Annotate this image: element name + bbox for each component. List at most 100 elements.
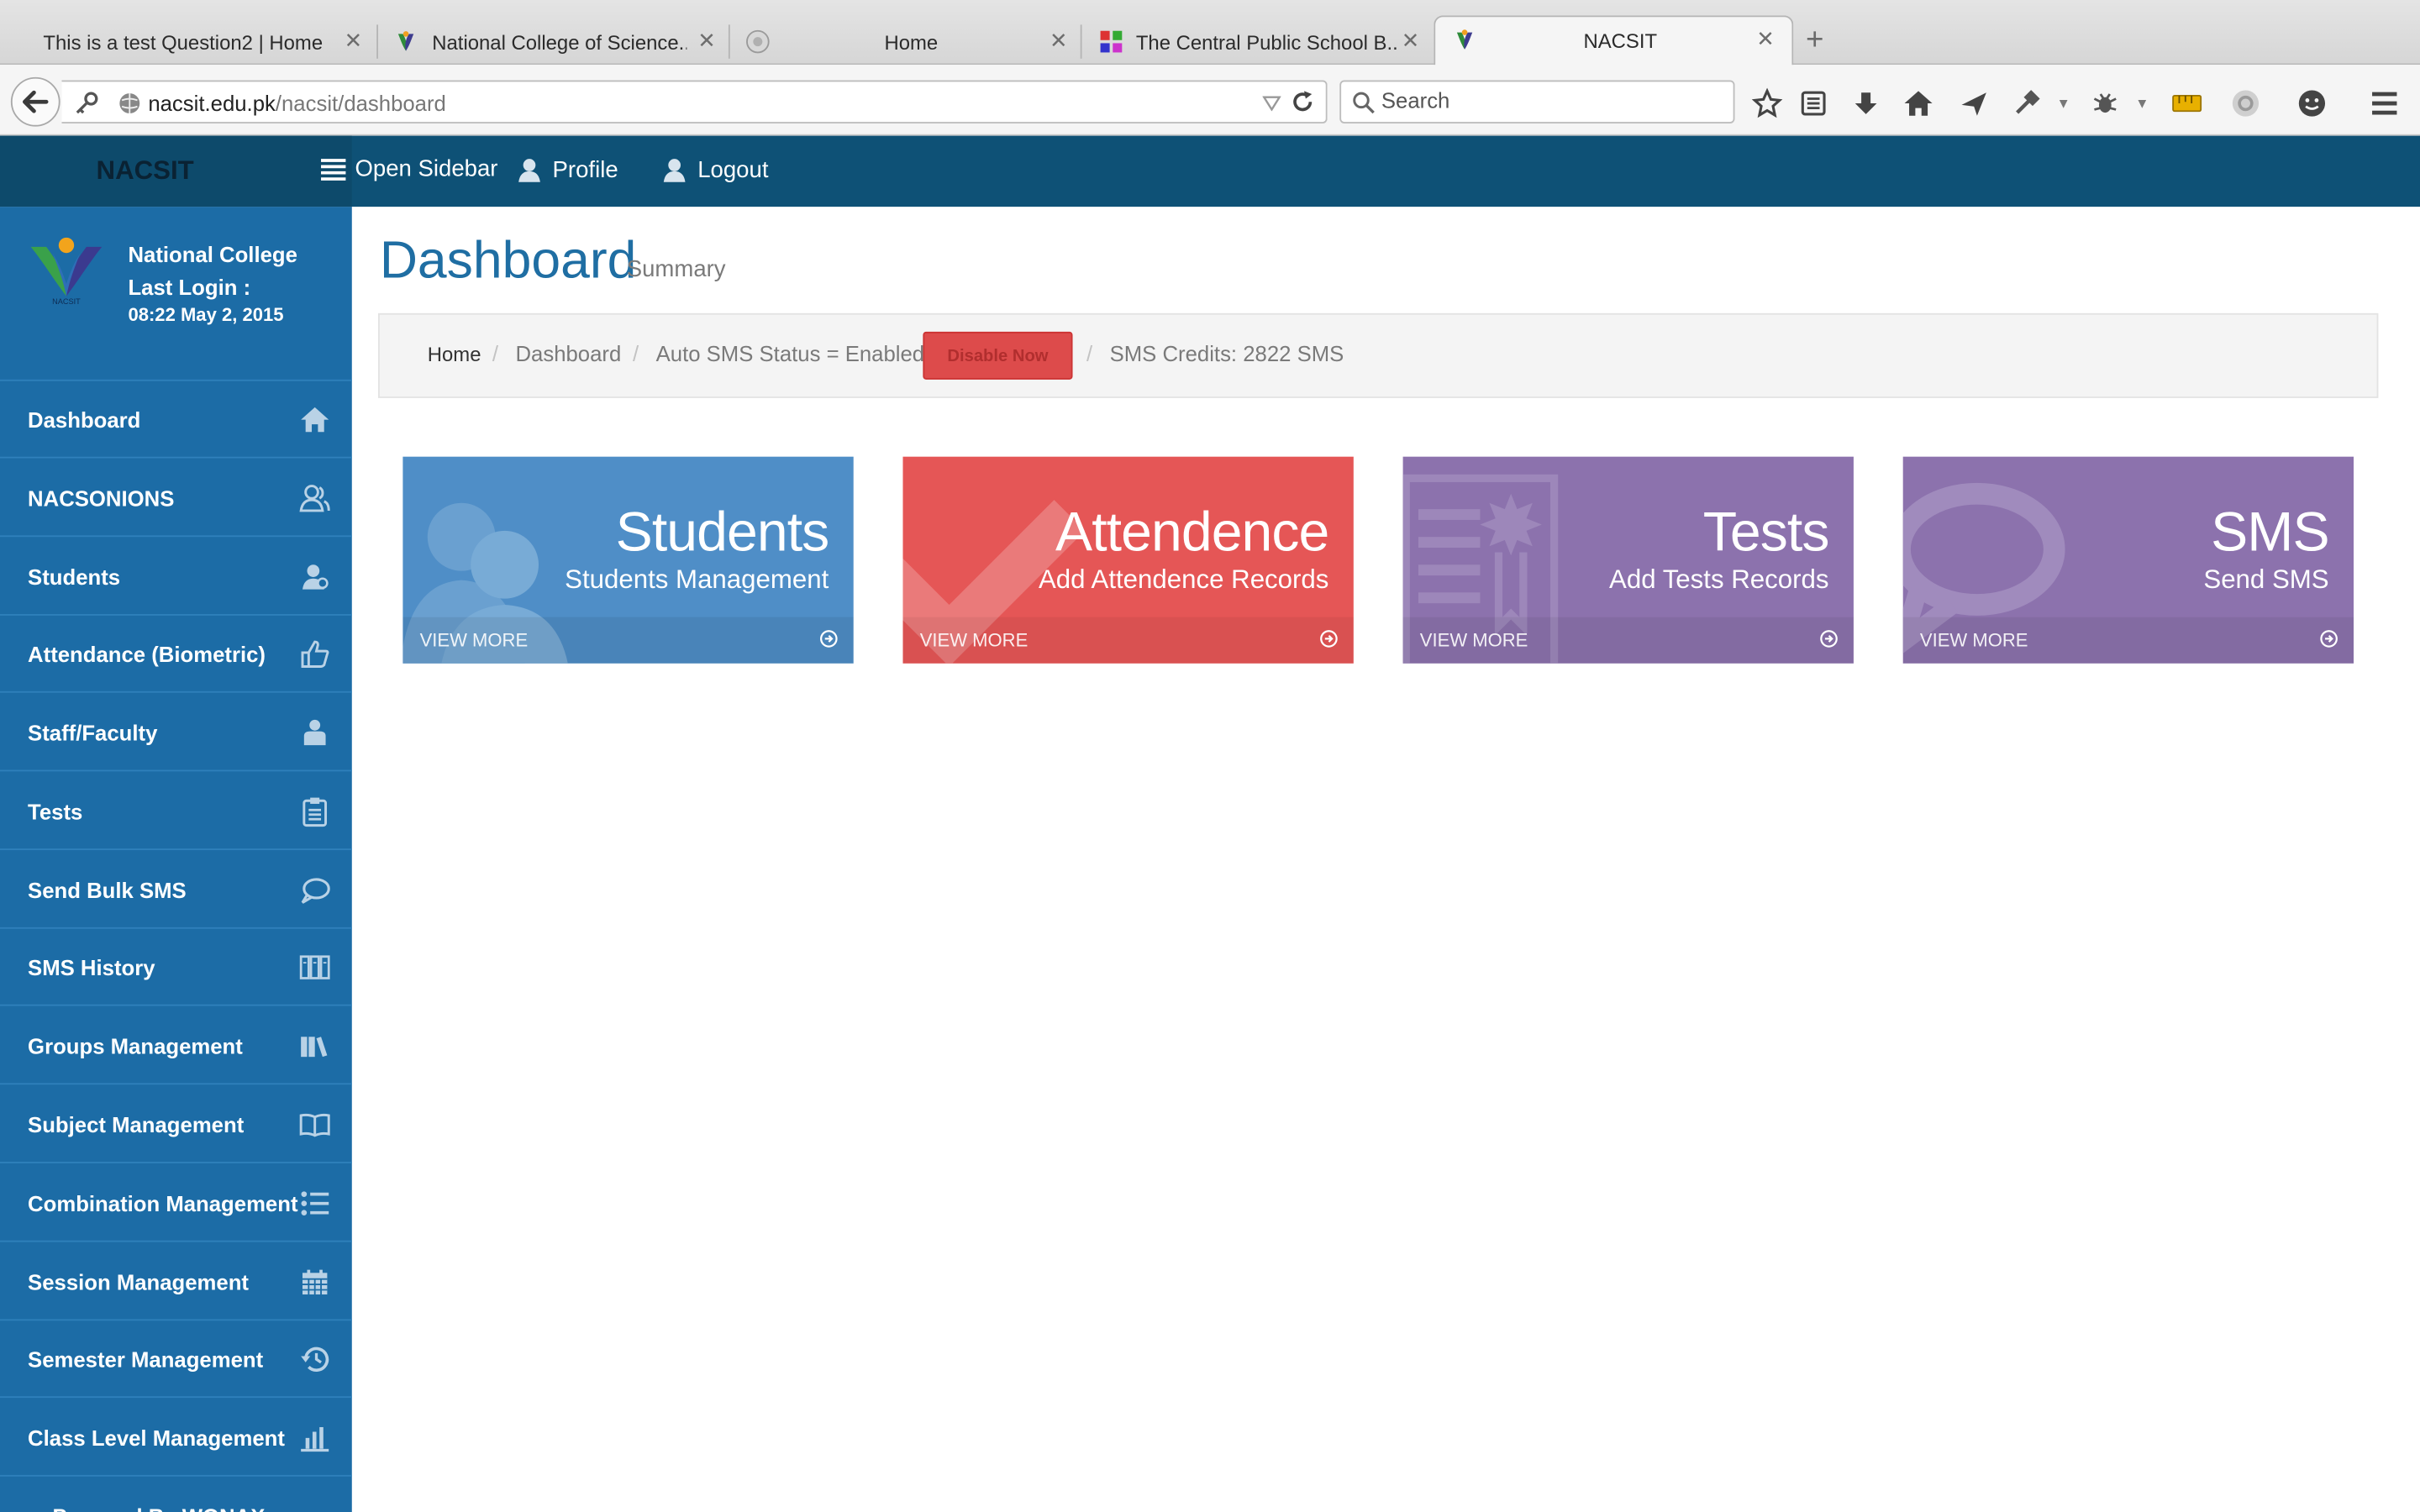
disable-now-button[interactable]: Disable Now [923, 331, 1073, 380]
sidebar-item-combination-management[interactable]: Combination Management [0, 1165, 352, 1242]
download-icon[interactable] [1849, 87, 1882, 120]
sidebar-item-send-bulk-sms[interactable]: Send Bulk SMS [0, 852, 352, 929]
columns-icon [299, 955, 330, 979]
sidebar-item-attendance-biometric[interactable]: Attendance (Biometric) [0, 616, 352, 693]
tab-title: Home [884, 30, 939, 55]
sidebar: NACSIT National College Last Login : 08:… [0, 207, 352, 1512]
browser-tab-active[interactable]: NACSIT ✕ [1434, 15, 1794, 66]
home-icon [301, 407, 329, 433]
view-more-link[interactable]: VIEW MORE [1420, 629, 1528, 651]
sidebar-item-sms-history[interactable]: SMS History [0, 929, 352, 1006]
circle-arrow-icon [1320, 630, 1338, 648]
breadcrumb-dashboard[interactable]: Dashboard [515, 341, 621, 365]
tile-title: Attendence [1055, 500, 1329, 564]
sidebar-item-dashboard[interactable]: Dashboard [0, 381, 352, 459]
breadcrumb-home-link[interactable]: Home [428, 343, 481, 366]
view-more-link[interactable]: VIEW MORE [1920, 629, 2028, 651]
search-bar[interactable] [1339, 80, 1735, 123]
tile-subtitle: Add Attendence Records [1038, 564, 1329, 595]
user-logout-icon [663, 159, 686, 182]
tile-subtitle: Send SMS [2203, 564, 2329, 595]
view-more-bar[interactable]: VIEW MORE [902, 617, 1354, 664]
sidebar-item-session-management[interactable]: Session Management [0, 1243, 352, 1321]
view-more-bar[interactable]: VIEW MORE [1402, 617, 1854, 664]
new-tab-icon[interactable]: + [1806, 24, 1823, 59]
url-bar[interactable]: nacsit.edu.pk/nacsit/dashboard [61, 80, 1328, 123]
browser-tab-strip: This is a test Question2 | Home ... ✕ Na… [0, 0, 2420, 66]
books-icon [301, 1037, 328, 1058]
browser-tab[interactable]: Home ✕ [730, 18, 1082, 65]
attendence-tile[interactable]: Attendence Add Attendence Records VIEW M… [902, 456, 1354, 664]
browser-tab[interactable]: National College of Science... ✕ [378, 18, 730, 65]
extension-bug-icon[interactable] [2088, 87, 2122, 120]
send-icon[interactable] [1957, 87, 1991, 120]
page-subtitle: Summary [626, 255, 726, 283]
view-more-bar[interactable]: VIEW MORE [402, 617, 854, 664]
sms-credits: SMS Credits: 2822 SMS [1109, 340, 1344, 366]
close-tab-icon[interactable]: ✕ [345, 28, 363, 54]
view-more-bar[interactable]: VIEW MORE [1902, 617, 2354, 664]
logout-button[interactable]: Logout [662, 156, 768, 184]
brand-logo-text[interactable]: NACSIT [0, 135, 352, 207]
breadcrumb-separator: / [1086, 340, 1093, 366]
page-title: Dashboard [379, 231, 637, 291]
close-tab-icon[interactable]: ✕ [697, 28, 716, 54]
globe-favicon-icon [746, 29, 770, 54]
eyedropper-dropdown-icon[interactable]: ▼ [2047, 87, 2081, 120]
close-tab-icon[interactable]: ✕ [1756, 26, 1775, 52]
sidebar-item-groups-management[interactable]: Groups Management [0, 1007, 352, 1085]
sidebar-item-subject-management[interactable]: Subject Management [0, 1086, 352, 1163]
bookmark-star-icon[interactable] [1750, 87, 1784, 120]
sidebar-item-nacsonions[interactable]: NACSONIONS [0, 459, 352, 538]
ruler-extension-icon[interactable] [2170, 87, 2203, 120]
nacsit-favicon-icon [1456, 29, 1473, 50]
globe-icon[interactable] [118, 91, 142, 115]
extension-dropdown-icon[interactable]: ▼ [2125, 87, 2159, 120]
back-arrow-icon [22, 90, 49, 113]
tests-tile[interactable]: Tests Add Tests Records VIEW MORE [1402, 456, 1854, 664]
breadcrumb-separator: / [492, 340, 499, 366]
browser-tab[interactable]: The Central Public School B... ✕ [1082, 18, 1434, 65]
circle-extension-icon[interactable] [2228, 87, 2262, 120]
sms-tile[interactable]: SMS Send SMS VIEW MORE [1902, 456, 2354, 664]
view-more-link[interactable]: VIEW MORE [420, 629, 529, 651]
profile-button[interactable]: Profile [517, 156, 618, 184]
browser-tab[interactable]: This is a test Question2 | Home ... ✕ [0, 18, 378, 65]
tile-subtitle: Students Management [565, 564, 829, 595]
sidebar-item-staff-faculty[interactable]: Staff/Faculty [0, 695, 352, 772]
sidebar-item-tests[interactable]: Tests [0, 773, 352, 851]
tile-subtitle: Add Tests Records [1609, 564, 1829, 595]
menu-icon [321, 158, 346, 180]
sidebar-item-semester-management[interactable]: Semester Management [0, 1320, 352, 1399]
students-tile[interactable]: Students Students Management VIEW MORE [402, 456, 854, 664]
sidebar-item-class-level-management[interactable]: Class Level Management [0, 1399, 352, 1477]
smiley-icon[interactable] [2295, 87, 2328, 120]
dropdown-history-icon[interactable] [1262, 96, 1281, 112]
reading-list-icon[interactable] [1797, 87, 1830, 120]
key-icon[interactable] [74, 91, 98, 115]
svg-text:NACSIT: NACSIT [52, 297, 81, 306]
hamburger-menu-icon[interactable] [2368, 87, 2402, 120]
clipboard-icon [302, 797, 328, 827]
sidebar-item-students[interactable]: Students [0, 538, 352, 616]
eyedropper-icon[interactable] [2009, 87, 2043, 120]
close-tab-icon[interactable]: ✕ [1402, 28, 1420, 54]
close-tab-icon[interactable]: ✕ [1050, 28, 1068, 54]
history-icon [301, 1347, 329, 1372]
tile-title: Students [615, 500, 830, 564]
home-icon[interactable] [1902, 87, 1935, 120]
screen: This is a test Question2 | Home ... ✕ Na… [0, 0, 2420, 1512]
back-button[interactable] [10, 76, 60, 127]
url-text[interactable]: nacsit.edu.pk/nacsit/dashboard [148, 91, 446, 115]
tab-title: National College of Science... [432, 30, 687, 55]
reload-icon[interactable] [1291, 90, 1315, 114]
app-header: NACSIT Open Sidebar Profile Logout [0, 135, 2420, 207]
list-icon [301, 1191, 329, 1215]
open-sidebar-button[interactable]: Open Sidebar [319, 156, 497, 182]
search-input[interactable] [1381, 87, 1721, 113]
sidebar-item-label: Powered By WONAX [28, 1504, 352, 1512]
view-more-link[interactable]: VIEW MORE [920, 629, 1028, 651]
circle-arrow-icon [2320, 630, 2338, 648]
users-icon [299, 485, 330, 512]
sidebar-item-powered-by[interactable]: Powered By WONAX [0, 1478, 352, 1512]
